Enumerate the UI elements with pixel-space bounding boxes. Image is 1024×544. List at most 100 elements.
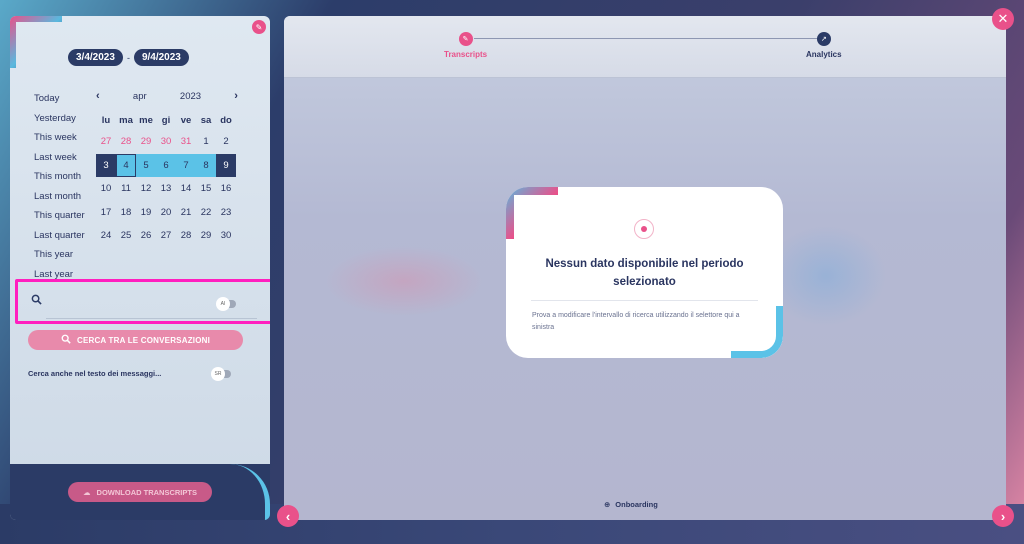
end-date-pill[interactable]: 9/4/2023 xyxy=(133,49,189,66)
edit-icon[interactable]: ✎ xyxy=(252,20,266,34)
target-icon xyxy=(634,219,654,239)
preset-today[interactable]: Today xyxy=(34,89,85,109)
empty-state-description: Prova a modificare l'intervallo di ricer… xyxy=(532,312,740,331)
calendar-header: ‹ apr 2023 › xyxy=(96,88,238,104)
preset-last-week[interactable]: Last week xyxy=(34,148,85,168)
calendar-day[interactable]: 28 xyxy=(176,224,196,248)
weekday-label: ve xyxy=(180,114,192,126)
calendar-month[interactable]: apr xyxy=(133,91,147,102)
date-range: 3/4/2023 - 9/4/2023 xyxy=(68,49,189,66)
calendar-day[interactable]: 28 xyxy=(116,130,136,154)
calendar-day-range-end[interactable]: 9 xyxy=(216,153,236,177)
calendar-day-range-start[interactable]: 3 xyxy=(96,153,116,177)
search-input[interactable] xyxy=(48,290,218,308)
onboarding-label: Onboarding xyxy=(615,500,658,509)
weekday-label: sa xyxy=(200,114,212,126)
steps-bar: ✎ Transcripts ↗ Analytics xyxy=(284,16,1006,78)
calendar-day[interactable]: 21 xyxy=(176,201,196,225)
prev-month-chevron-icon[interactable]: ‹ xyxy=(96,90,100,102)
weekday-label: do xyxy=(220,114,232,126)
search-conversations-button[interactable]: CERCA TRA LE CONVERSAZIONI xyxy=(28,330,243,350)
calendar-day[interactable]: 18 xyxy=(116,201,136,225)
step-transcripts-label: Transcripts xyxy=(444,50,488,59)
calendar-day-in-range[interactable]: 8 xyxy=(196,153,216,177)
search-conversations-label: CERCA TRA LE CONVERSAZIONI xyxy=(76,335,211,345)
calendar-day[interactable]: 20 xyxy=(156,201,176,225)
calendar-day[interactable]: 13 xyxy=(156,177,176,201)
calendar-day[interactable]: 30 xyxy=(216,224,236,248)
calendar-day[interactable]: 17 xyxy=(96,201,116,225)
search-message-text-toggle[interactable]: SR xyxy=(211,367,231,381)
edit-icon: ✎ xyxy=(458,32,473,46)
calendar-day[interactable]: 22 xyxy=(196,201,216,225)
calendar-day[interactable]: 15 xyxy=(196,177,216,201)
calendar-day-in-range[interactable]: 5 xyxy=(136,153,156,177)
calendar-year[interactable]: 2023 xyxy=(180,91,201,102)
chevron-right-icon: › xyxy=(1000,508,1006,524)
step-connector-line xyxy=(474,38,824,39)
preset-last-quarter[interactable]: Last quarter xyxy=(34,226,85,246)
analytics-icon: ↗ xyxy=(816,32,831,46)
next-month-chevron-icon[interactable]: › xyxy=(234,90,238,102)
calendar-day[interactable]: 2 xyxy=(216,130,236,154)
calendar-day[interactable]: 19 xyxy=(136,201,156,225)
preset-last-month[interactable]: Last month xyxy=(34,187,85,207)
card-divider xyxy=(531,300,758,301)
card-corner-accent xyxy=(506,187,558,239)
calendar-day-in-range[interactable]: 7 xyxy=(176,153,196,177)
close-button[interactable]: ✕ xyxy=(992,8,1014,30)
empty-state-card: Nessun dato disponibile nel periodo sele… xyxy=(506,187,783,358)
onboarding-link[interactable]: ⊕ Onboarding xyxy=(604,500,658,509)
calendar-day[interactable]: 14 xyxy=(176,177,196,201)
chevron-left-icon: ‹ xyxy=(285,508,291,524)
search-message-text-label: Cerca anche nel testo dei messaggi... xyxy=(28,369,162,378)
empty-state-title: Nessun dato disponibile nel periodo sele… xyxy=(545,258,744,288)
toggle-knob: SR xyxy=(211,367,225,381)
main-content-panel: ✎ Transcripts ↗ Analytics Nessun dato di… xyxy=(284,16,1006,520)
calendar-day[interactable]: 1 xyxy=(196,130,216,154)
date-separator: - xyxy=(126,52,130,63)
calendar-day[interactable]: 23 xyxy=(216,201,236,225)
preset-this-month[interactable]: This month xyxy=(34,167,85,187)
preset-yesterday[interactable]: Yesterday xyxy=(34,109,85,129)
step-analytics-label: Analytics xyxy=(806,50,842,59)
date-filter-panel: ✎ 3/4/2023 - 9/4/2023 Today Yesterday Th… xyxy=(10,16,270,520)
start-date-pill[interactable]: 3/4/2023 xyxy=(68,49,123,66)
calendar-day[interactable]: 30 xyxy=(156,130,176,154)
decorative-blob xyxy=(324,246,484,316)
calendar-day[interactable]: 24 xyxy=(96,224,116,248)
preset-this-quarter[interactable]: This quarter xyxy=(34,206,85,226)
step-analytics[interactable]: ↗ Analytics xyxy=(806,32,842,59)
weekday-label: gi xyxy=(161,114,171,126)
calendar-day[interactable]: 26 xyxy=(136,224,156,248)
left-panel-footer: ☁ DOWNLOAD TRANSCRIPTS xyxy=(10,464,270,520)
step-transcripts[interactable]: ✎ Transcripts xyxy=(444,32,487,59)
calendar-day[interactable]: 25 xyxy=(116,224,136,248)
calendar-day[interactable]: 27 xyxy=(96,130,116,154)
calendar-day-in-range[interactable]: 4 xyxy=(116,153,136,177)
calendar-day[interactable]: 16 xyxy=(216,177,236,201)
calendar-day[interactable]: 11 xyxy=(116,177,136,201)
previous-page-button[interactable]: ‹ xyxy=(277,505,299,527)
calendar-day[interactable]: 10 xyxy=(96,177,116,201)
next-page-button[interactable]: › xyxy=(992,505,1014,527)
calendar-day[interactable]: 31 xyxy=(176,130,196,154)
ai-search-toggle[interactable]: AI xyxy=(216,297,236,311)
close-icon: ✕ xyxy=(997,11,1009,26)
globe-icon: ⊕ xyxy=(604,500,611,509)
calendar-day-in-range[interactable]: 6 xyxy=(156,153,176,177)
search-icon xyxy=(61,334,71,347)
calendar-day[interactable]: 27 xyxy=(156,224,176,248)
calendar: ‹ apr 2023 › lu ma me gi ve sa do 27 28 … xyxy=(96,88,238,248)
download-transcripts-button[interactable]: ☁ DOWNLOAD TRANSCRIPTS xyxy=(68,482,212,502)
corner-accent xyxy=(10,16,62,68)
calendar-day[interactable]: 12 xyxy=(136,177,156,201)
preset-this-year[interactable]: This year xyxy=(34,245,85,265)
calendar-day[interactable]: 29 xyxy=(136,130,156,154)
calendar-day[interactable]: 29 xyxy=(196,224,216,248)
search-icon xyxy=(31,294,42,308)
calendar-grid: lu ma me gi ve sa do 27 28 29 30 31 1 2 … xyxy=(96,110,238,248)
weekday-label: me xyxy=(139,114,153,126)
search-underline xyxy=(46,318,257,319)
preset-this-week[interactable]: This week xyxy=(34,128,85,148)
